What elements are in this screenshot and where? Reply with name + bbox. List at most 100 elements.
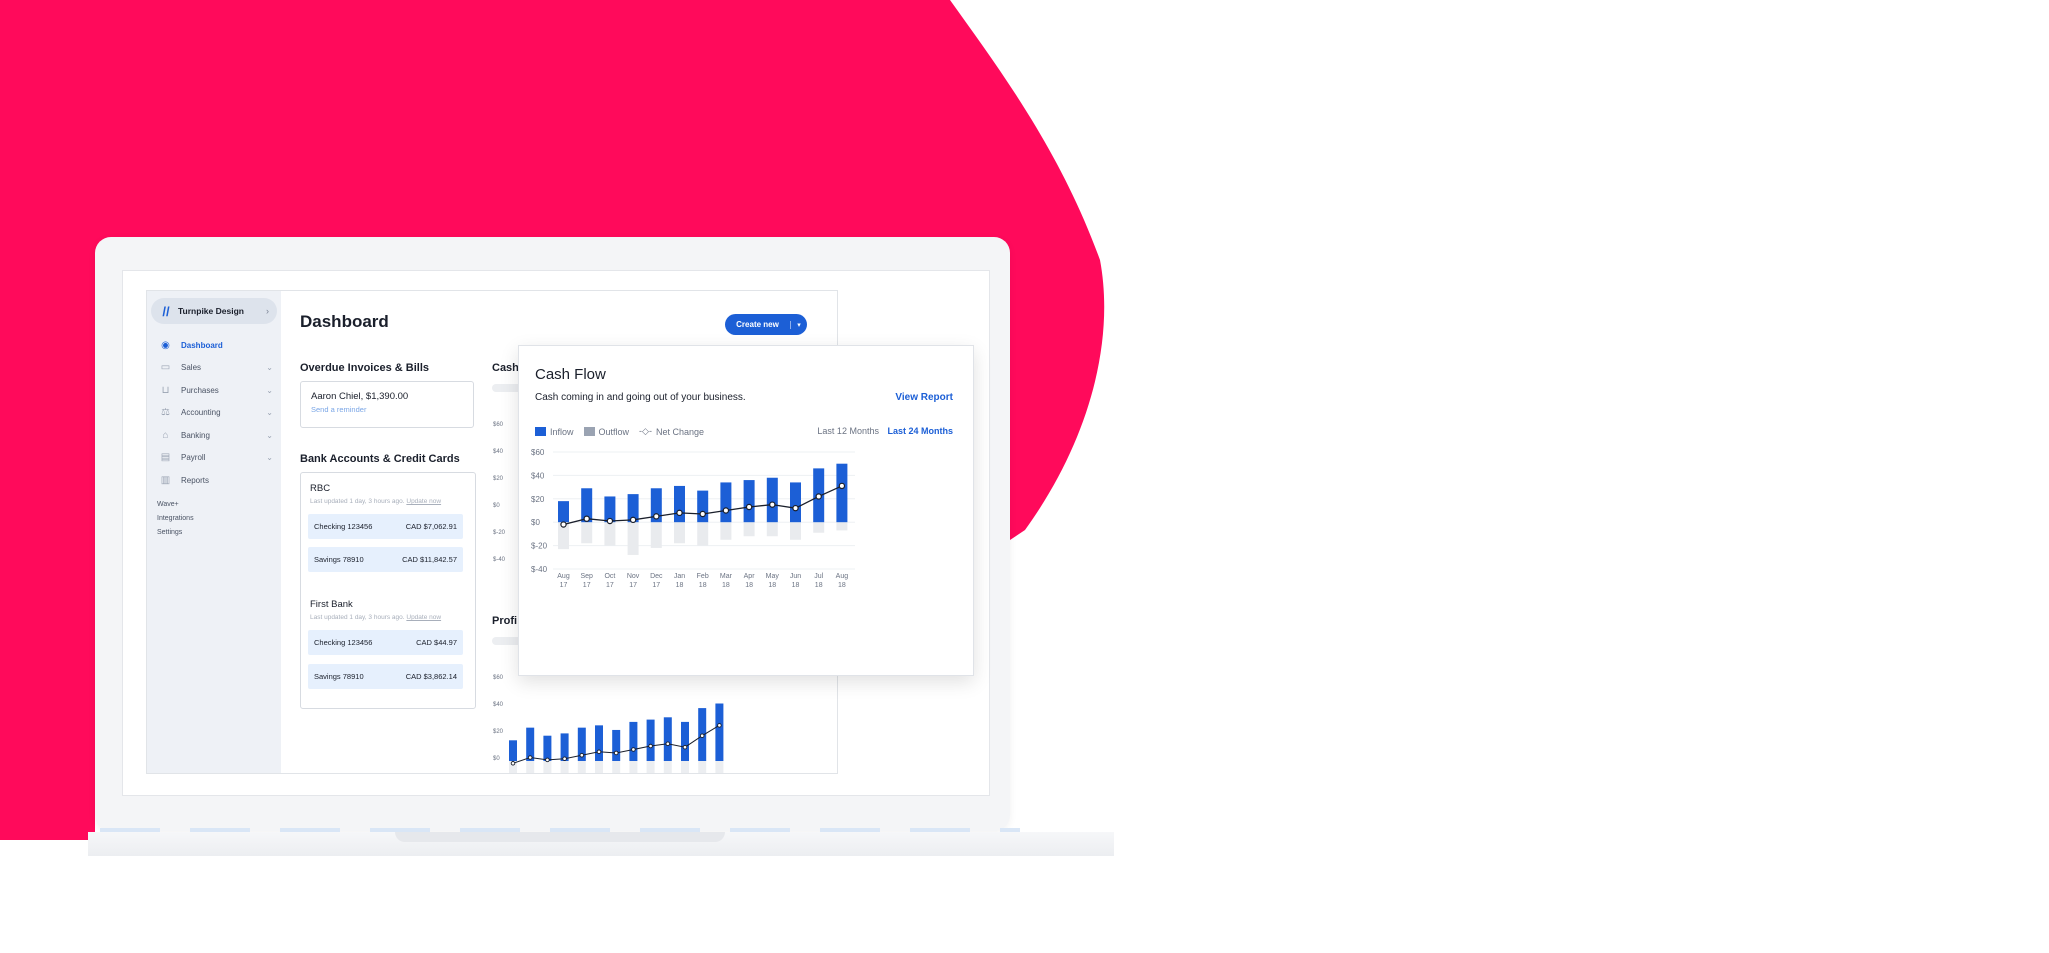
bg-net-point — [596, 749, 602, 755]
chart-icon: ▥ — [160, 474, 171, 486]
bg-inflow-bar — [629, 721, 638, 761]
x-tick-label: Jun — [790, 573, 801, 580]
sidebar-item-integrations[interactable]: Integrations — [157, 512, 281, 526]
net-change-point — [792, 504, 799, 512]
inflow-bar — [558, 501, 569, 523]
x-tick-label: 18 — [815, 582, 823, 589]
wave-logo-icon: // — [162, 303, 170, 319]
net-change-point — [769, 501, 776, 508]
net-change-point — [560, 521, 567, 528]
x-tick-label: Sep — [580, 573, 593, 580]
net-change-point — [676, 509, 683, 517]
x-tick-label: 18 — [676, 582, 684, 589]
sidebar-item-label: Sales — [181, 363, 202, 373]
x-tick-label: 18 — [838, 582, 846, 589]
x-tick-label: Jul — [814, 573, 823, 580]
sales-icon: ▭ — [160, 362, 171, 374]
outflow-bar — [581, 522, 593, 544]
net-change-point — [815, 493, 822, 500]
y-tick-label: $-20 — [531, 542, 548, 551]
bg-net-point — [682, 744, 688, 750]
sidebar-item-label: Accounting — [181, 408, 221, 418]
payroll-icon: ▤ — [160, 452, 171, 464]
bg-outflow-bar — [595, 761, 603, 773]
inflow-bar — [790, 482, 801, 523]
x-tick-label: Oct — [604, 573, 615, 580]
bg-net-point — [648, 743, 653, 749]
outflow-bar — [697, 522, 709, 546]
sidebar-item-sales[interactable]: ▭ Sales ⌄ — [147, 357, 281, 380]
x-tick-label: 18 — [768, 582, 776, 589]
chevron-down-icon: ⌄ — [266, 453, 273, 463]
sidebar-item-payroll[interactable]: ▤ Payroll ⌄ — [147, 447, 281, 470]
bank-icon: ⌂ — [162, 429, 169, 441]
chevron-down-icon: ⌄ — [266, 385, 273, 395]
bg-inflow-bar — [612, 729, 621, 761]
y-tick-label: $-40 — [531, 565, 548, 574]
business-switcher[interactable]: // Turnpike Design › — [151, 298, 277, 324]
bg-inflow-bar — [715, 703, 724, 761]
x-tick-label: Nov — [627, 573, 640, 580]
bg-outflow-bar — [526, 761, 535, 773]
y-tick-label: $0 — [531, 518, 540, 527]
bg-inflow-bar — [595, 725, 603, 761]
outflow-bar — [743, 522, 755, 537]
x-tick-label: May — [766, 573, 780, 580]
cart-icon: ⊔ — [161, 384, 170, 396]
outflow-bar — [720, 522, 732, 540]
net-change-point — [722, 507, 730, 514]
net-change-point — [629, 516, 637, 524]
bg-net-point — [665, 741, 671, 747]
y-tick-label: $20 — [531, 495, 545, 504]
chevron-down-icon: ⌄ — [266, 408, 273, 418]
business-name: Turnpike Design — [178, 306, 244, 316]
x-tick-label: 18 — [745, 582, 753, 589]
x-tick-label: 17 — [606, 582, 614, 589]
bg-inflow-bar — [681, 721, 689, 761]
net-change-point — [838, 482, 846, 490]
x-tick-label: Apr — [744, 573, 756, 580]
sidebar-item-banking[interactable]: ⌂ Banking ⌄ — [147, 424, 281, 447]
inflow-bar — [836, 463, 848, 523]
bg-inflow-bar — [663, 717, 672, 761]
bg-net-point — [510, 761, 516, 766]
bg-inflow-bar — [509, 740, 517, 761]
inflow-bar — [720, 482, 732, 523]
sidebar-item-purchases[interactable]: ⊔ Purchases ⌄ — [147, 379, 281, 402]
x-tick-label: 17 — [652, 582, 660, 589]
bg-outflow-bar — [663, 761, 672, 773]
cash-flow-chart: $60 $40 $20 $0 $-20 $-40 Aug 17 Sep 17 Oct 17 Nov 17 D… — [531, 448, 855, 589]
sidebar-item-dashboard[interactable]: ◉ Dashboard — [147, 334, 281, 357]
bg-outflow-bar — [681, 761, 689, 773]
outflow-bar — [813, 522, 825, 533]
net-change-point — [606, 517, 614, 525]
sidebar-item-reports[interactable]: ▥ Reports — [147, 469, 281, 492]
sidebar-item-settings[interactable]: Settings — [157, 526, 281, 540]
outflow-bar — [627, 522, 639, 555]
chevron-down-icon: ⌄ — [266, 430, 273, 440]
bg-outflow-bar — [715, 761, 724, 773]
y-tick-label: $60 — [531, 448, 545, 457]
outflow-bar — [836, 522, 848, 531]
net-change-point — [653, 513, 660, 520]
x-tick-label: 18 — [722, 582, 730, 589]
sidebar-item-label: Dashboard — [181, 340, 223, 350]
sidebar-item-label: Reports — [181, 475, 210, 485]
bg-outflow-bar — [560, 761, 569, 773]
sidebar-item-label: Payroll — [181, 453, 206, 463]
sidebar: // Turnpike Design › ◉ Dashboard ▭ Sales… — [147, 291, 281, 773]
sidebar-item-wave-plus[interactable]: Wave+ — [157, 498, 281, 512]
x-tick-label: Dec — [650, 573, 663, 580]
outflow-bar — [674, 522, 685, 544]
x-tick-label: Mar — [720, 573, 733, 580]
bg-outflow-bar — [629, 761, 638, 773]
net-change-point — [699, 510, 706, 518]
sidebar-item-accounting[interactable]: ⚖ Accounting ⌄ — [147, 402, 281, 425]
bg-outflow-bar — [698, 761, 707, 773]
bg-inflow-bar — [646, 719, 655, 761]
laptop-notch — [395, 832, 725, 842]
inflow-bar — [697, 490, 709, 523]
scale-icon: ⚖ — [161, 407, 170, 419]
bg-net-point — [613, 750, 619, 756]
sidebar-item-label: Purchases — [181, 385, 219, 395]
